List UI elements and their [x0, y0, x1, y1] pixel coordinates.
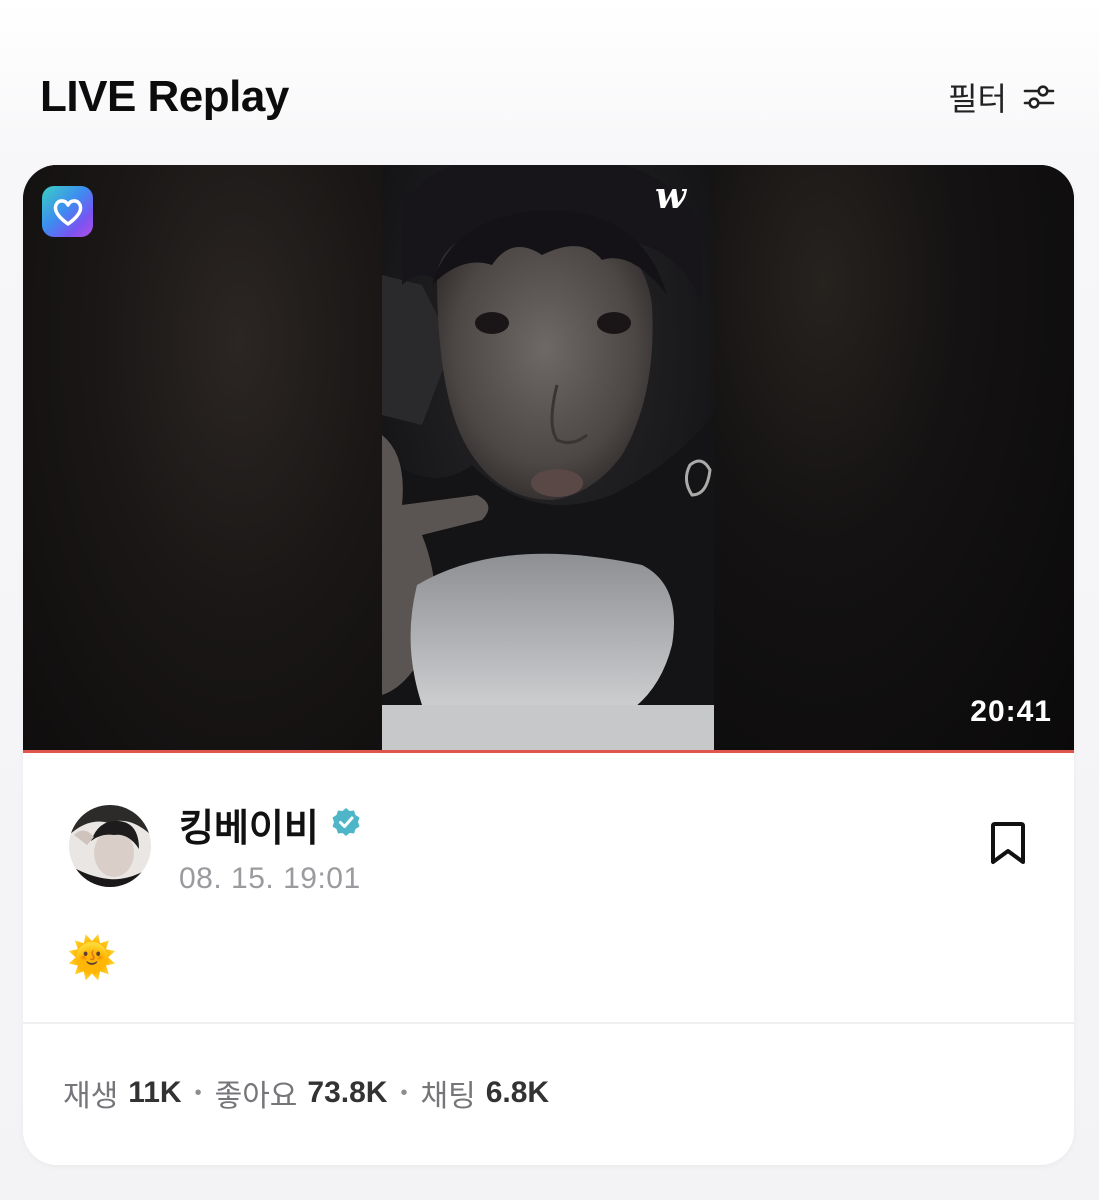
blurred-backdrop-left [23, 165, 383, 753]
author-name[interactable]: 킹베이비 [179, 797, 319, 852]
likes-count: 73.8K [307, 1076, 388, 1109]
plays-label: 재생 [63, 1080, 119, 1113]
verified-badge-icon [331, 807, 361, 842]
sliders-icon [1023, 82, 1055, 112]
author-name-line: 킹베이비 [179, 797, 361, 852]
plays-count: 11K [128, 1076, 182, 1109]
filter-button[interactable]: 필터 [948, 74, 1055, 120]
likes-label: 좋아요 [214, 1080, 298, 1113]
stats-row: 재생 11K • 좋아요 73.8K • 채팅 6.8K [63, 1071, 549, 1115]
weverse-logo-icon: w [655, 175, 686, 217]
divider [23, 1022, 1074, 1024]
header: LIVE Replay 필터 [40, 62, 1055, 132]
video-duration: 20:41 [970, 695, 1052, 728]
bookmark-icon[interactable] [988, 821, 1028, 871]
video-thumbnail[interactable]: w 20:41 [23, 165, 1074, 753]
page-title: LIVE Replay [40, 72, 289, 121]
watch-progress-fill [23, 750, 1074, 753]
stats-separator: • [194, 1081, 202, 1104]
replay-card[interactable]: w 20:41 킹베이비 08. 15. 19:01 🌞 재생 11K • 좋아… [23, 165, 1074, 1165]
author-meta: 킹베이비 08. 15. 19:01 [179, 797, 361, 896]
filter-label: 필터 [948, 81, 1007, 117]
post-timestamp: 08. 15. 19:01 [179, 861, 361, 895]
avatar[interactable] [69, 805, 151, 887]
author-row: 킹베이비 08. 15. 19:01 [69, 801, 1028, 895]
chats-count: 6.8K [485, 1076, 550, 1109]
live-replay-page: LIVE Replay 필터 w 20:41 킹베이비 08. 15. 19:0… [0, 0, 1099, 1200]
chats-label: 채팅 [420, 1080, 476, 1113]
post-caption: 🌞 [67, 936, 117, 980]
heart-app-icon [42, 186, 93, 237]
watch-progress-bar [23, 750, 1074, 753]
blurred-backdrop-right [714, 165, 1074, 753]
stats-separator: • [400, 1081, 408, 1104]
video-frame [382, 165, 714, 753]
